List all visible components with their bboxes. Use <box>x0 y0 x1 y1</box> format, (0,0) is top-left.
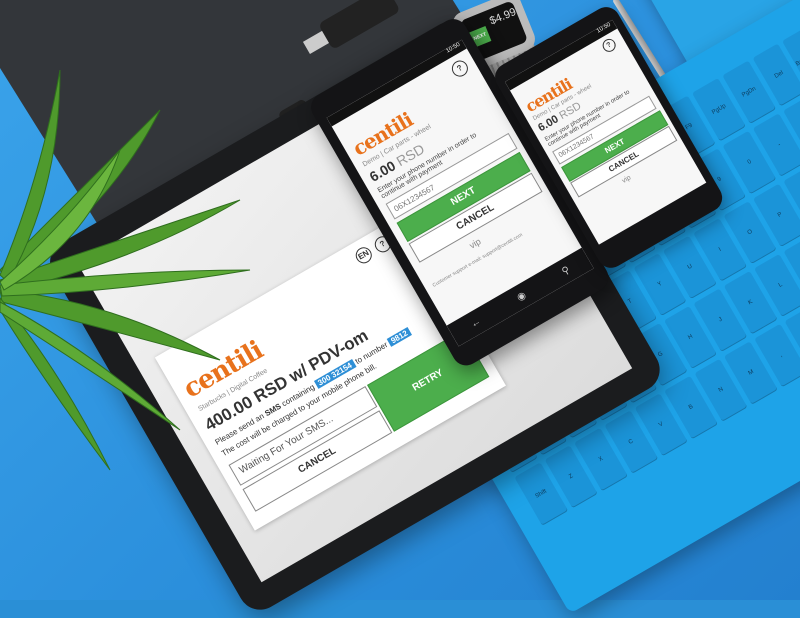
search-icon[interactable]: ⚲ <box>560 264 572 277</box>
back-icon[interactable]: ← <box>469 315 483 330</box>
help-icon[interactable]: ? <box>600 36 619 55</box>
help-icon[interactable]: ? <box>448 57 471 80</box>
operator-logo: vip <box>620 174 633 185</box>
sms-number: 9812 <box>386 327 412 347</box>
watch-price: $4.99 <box>487 6 518 28</box>
operator-logo: vip <box>467 236 483 251</box>
language-icon[interactable]: EN <box>352 244 375 267</box>
home-icon[interactable]: ◉ <box>515 289 528 303</box>
